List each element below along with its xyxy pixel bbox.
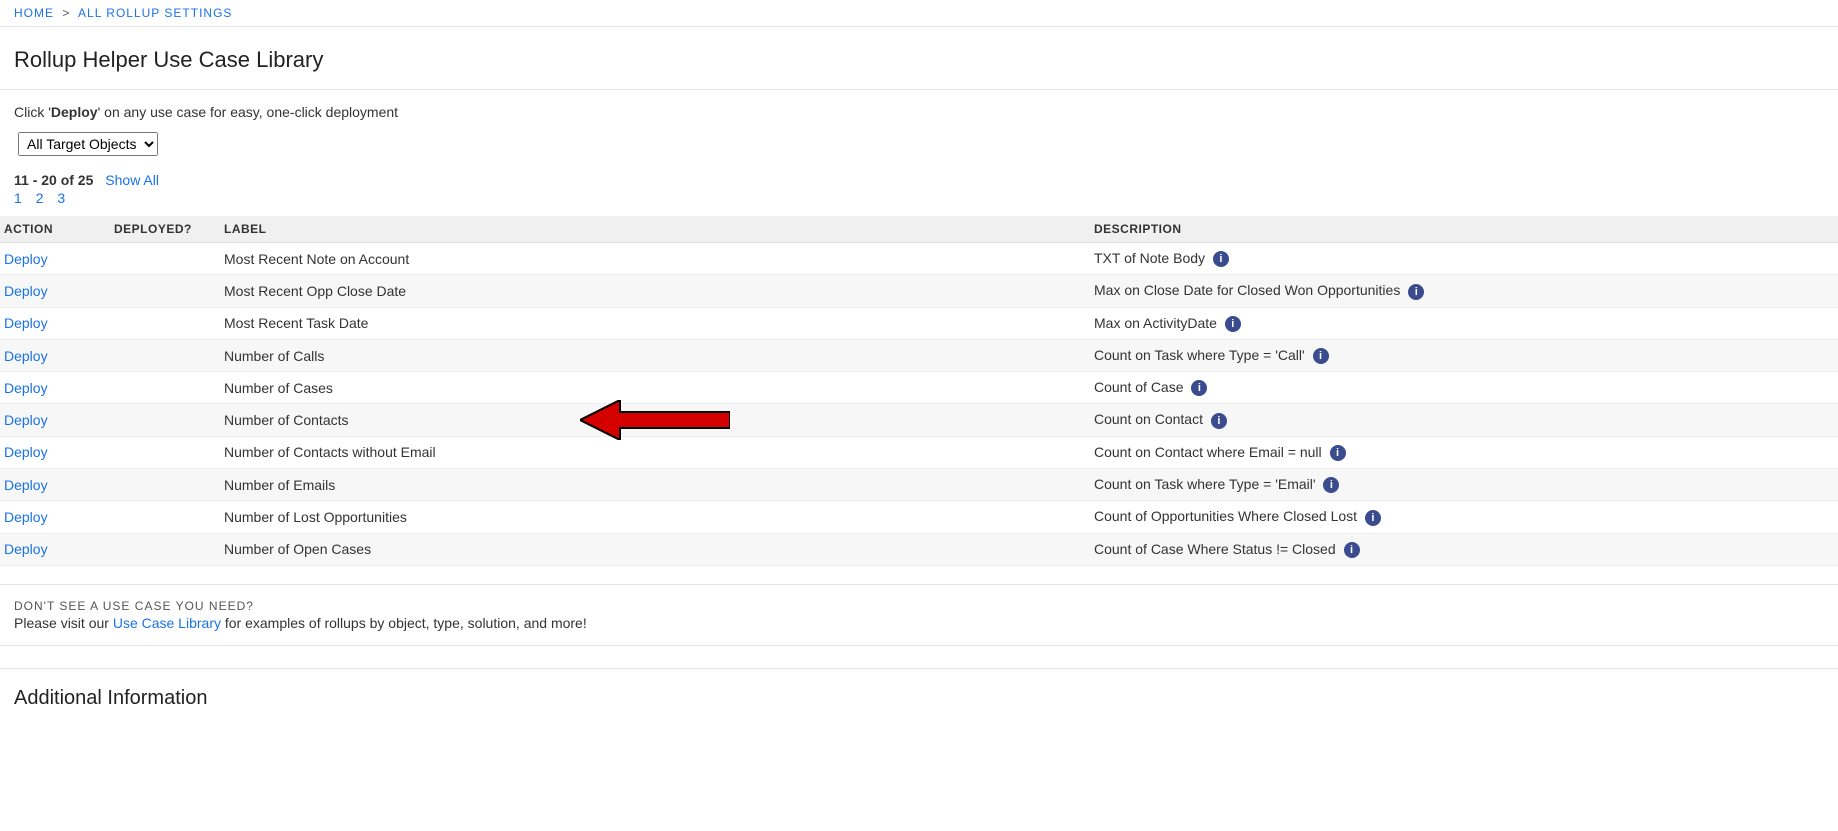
deployed-cell (110, 275, 220, 307)
label-cell: Number of Contacts (220, 404, 1090, 436)
deploy-link[interactable]: Deploy (4, 444, 48, 460)
deployed-cell (110, 533, 220, 565)
label-cell: Number of Calls (220, 339, 1090, 371)
description-cell: Count on Task where Type = 'Call' i (1090, 339, 1838, 371)
deploy-link[interactable]: Deploy (4, 380, 48, 396)
table-row: Deploy Most Recent Note on AccountTXT of … (0, 243, 1838, 275)
label-cell: Most Recent Note on Account (220, 243, 1090, 275)
table-row: Deploy Number of ContactsCount on Contact… (0, 404, 1838, 436)
page-3[interactable]: 3 (57, 190, 65, 206)
deployed-cell (110, 501, 220, 533)
deploy-link[interactable]: Deploy (4, 348, 48, 364)
breadcrumb-home[interactable]: HOME (14, 6, 54, 20)
info-icon[interactable]: i (1408, 284, 1424, 300)
deploy-link[interactable]: Deploy (4, 315, 48, 331)
target-object-select[interactable]: All Target Objects (18, 132, 158, 156)
result-range: 11 - 20 of 25 Show All (0, 166, 1838, 190)
info-icon[interactable]: i (1211, 413, 1227, 429)
additional-information-heading: Additional Information (0, 668, 1838, 728)
deploy-link[interactable]: Deploy (4, 251, 48, 267)
table-row: Deploy Number of EmailsCount on Task wher… (0, 469, 1838, 501)
deploy-link[interactable]: Deploy (4, 283, 48, 299)
deployed-cell (110, 243, 220, 275)
table-row: Deploy Number of Open CasesCount of Case … (0, 533, 1838, 565)
description-cell: Count on Task where Type = 'Email' i (1090, 469, 1838, 501)
show-all-link[interactable]: Show All (105, 172, 159, 188)
page-2[interactable]: 2 (36, 190, 44, 206)
deploy-link[interactable]: Deploy (4, 477, 48, 493)
highlight-arrow-icon (580, 400, 730, 440)
page-1[interactable]: 1 (14, 190, 22, 206)
info-icon[interactable]: i (1191, 380, 1207, 396)
footer-help: DON'T SEE A USE CASE YOU NEED? Please vi… (0, 584, 1838, 646)
use-case-table: Action Deployed? Label Description Deplo… (0, 216, 1838, 566)
breadcrumb-all-rollup-settings[interactable]: ALL ROLLUP SETTINGS (78, 6, 232, 20)
description-cell: Count on Contact where Email = null i (1090, 436, 1838, 468)
table-row: Deploy Most Recent Opp Close DateMax on C… (0, 275, 1838, 307)
table-row: Deploy Number of Contacts without EmailCo… (0, 436, 1838, 468)
label-cell: Number of Cases (220, 372, 1090, 404)
label-cell: Most Recent Task Date (220, 307, 1090, 339)
deploy-link[interactable]: Deploy (4, 509, 48, 525)
label-cell: Number of Contacts without Email (220, 436, 1090, 468)
deploy-link[interactable]: Deploy (4, 412, 48, 428)
label-cell: Number of Lost Opportunities (220, 501, 1090, 533)
info-icon[interactable]: i (1365, 510, 1381, 526)
page-title: Rollup Helper Use Case Library (0, 27, 1838, 90)
col-description: Description (1090, 216, 1838, 243)
table-row: Deploy Number of CallsCount on Task where… (0, 339, 1838, 371)
description-cell: Count of Case Where Status != Closed i (1090, 533, 1838, 565)
deployed-cell (110, 436, 220, 468)
deployed-cell (110, 372, 220, 404)
deployed-cell (110, 339, 220, 371)
info-icon[interactable]: i (1313, 348, 1329, 364)
footer-text: Please visit our Use Case Library for ex… (14, 615, 1824, 631)
info-icon[interactable]: i (1213, 251, 1229, 267)
breadcrumb-sep: > (62, 6, 70, 20)
description-cell: Count on Contact i (1090, 404, 1838, 436)
description-cell: Count of Opportunities Where Closed Lost… (1090, 501, 1838, 533)
description-cell: Max on Close Date for Closed Won Opportu… (1090, 275, 1838, 307)
description-cell: Max on ActivityDate i (1090, 307, 1838, 339)
deployed-cell (110, 307, 220, 339)
col-deployed: Deployed? (110, 216, 220, 243)
footer-heading: DON'T SEE A USE CASE YOU NEED? (14, 599, 1824, 613)
pager: 1 2 3 (0, 190, 1838, 214)
info-icon[interactable]: i (1323, 477, 1339, 493)
deployed-cell (110, 469, 220, 501)
table-row: Deploy Number of CasesCount of Case i (0, 372, 1838, 404)
info-icon[interactable]: i (1225, 316, 1241, 332)
deploy-link[interactable]: Deploy (4, 541, 48, 557)
col-label: Label (220, 216, 1090, 243)
table-row: Deploy Number of Lost OpportunitiesCount … (0, 501, 1838, 533)
description-cell: TXT of Note Body i (1090, 243, 1838, 275)
label-cell: Number of Open Cases (220, 533, 1090, 565)
label-cell: Number of Emails (220, 469, 1090, 501)
deployed-cell (110, 404, 220, 436)
intro-text: Click 'Deploy' on any use case for easy,… (0, 104, 1838, 128)
info-icon[interactable]: i (1344, 542, 1360, 558)
description-cell: Count of Case i (1090, 372, 1838, 404)
breadcrumb: HOME > ALL ROLLUP SETTINGS (0, 0, 1838, 27)
label-cell: Most Recent Opp Close Date (220, 275, 1090, 307)
info-icon[interactable]: i (1330, 445, 1346, 461)
use-case-library-link[interactable]: Use Case Library (113, 615, 221, 631)
col-action: Action (0, 216, 110, 243)
table-row: Deploy Most Recent Task DateMax on Activi… (0, 307, 1838, 339)
